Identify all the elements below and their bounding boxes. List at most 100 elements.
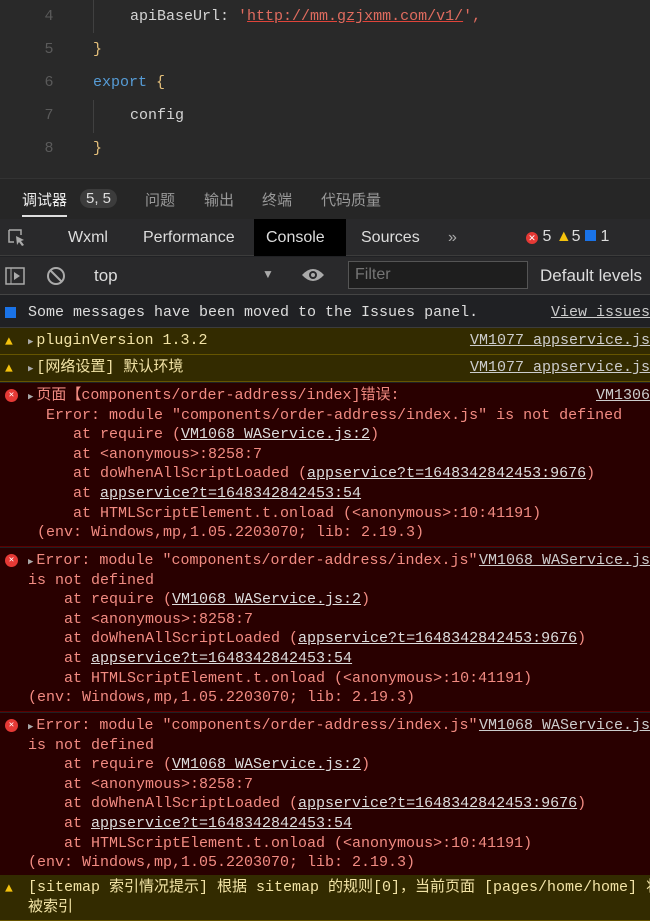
message-line: (env: Windows,mp,1.05.2203070; lib: 2.19… xyxy=(0,523,650,543)
source-link[interactable]: appservice?t=1648342842453:54 xyxy=(91,650,352,667)
code-token: apiBaseUrl: xyxy=(130,8,239,25)
message-text: at <anonymous>:8258:7 xyxy=(37,445,263,463)
code-text: } xyxy=(93,33,102,66)
code-token: http://mm.gzjxmm.com/v1/ xyxy=(247,8,464,25)
message-line: ✕ ▶ 页面【components/order-address/index]错误: V… xyxy=(0,386,650,406)
message-text: is not defined xyxy=(28,571,155,589)
message-line: ✕ ▶ Error: module "components/order-addres… xyxy=(0,716,650,736)
message-line: at appservice?t=1648342842453:54 xyxy=(0,484,650,504)
code-token: } xyxy=(93,41,103,58)
info-icon xyxy=(5,307,16,318)
tab-performance[interactable]: Performance xyxy=(131,219,247,256)
message-line: at <anonymous>:8258:7 xyxy=(0,445,650,465)
context-selector[interactable]: top xyxy=(94,266,118,286)
expand-triangle-icon[interactable]: ▶ xyxy=(28,364,33,374)
inspect-element-icon[interactable] xyxy=(7,228,27,248)
source-link[interactable]: View issues xyxy=(551,303,650,323)
tab-sources[interactable]: Sources xyxy=(349,219,432,256)
message-line: at doWhenAllScriptLoaded (appservice?t=1… xyxy=(0,629,650,649)
expand-triangle-icon[interactable]: ▶ xyxy=(28,722,33,732)
source-link[interactable]: appservice?t=1648342842453:9676 xyxy=(298,630,577,647)
expand-triangle-icon[interactable]: ▶ xyxy=(28,557,33,567)
message-text: (env: Windows,mp,1.05.2203070; lib: 2.19… xyxy=(28,689,416,707)
message-text: at <anonymous>:8258:7 xyxy=(28,775,254,793)
code-token: config xyxy=(130,107,185,124)
message-line: Error: module "components/order-address/… xyxy=(0,406,650,426)
code-editor[interactable]: 4 apiBaseUrl: 'http://mm.gzjxmm.com/v1/',… xyxy=(0,0,650,178)
tab-console[interactable]: Console xyxy=(254,219,346,256)
error-message[interactable]: ✕ ▶ Error: module "components/order-addres… xyxy=(0,548,650,712)
message-line: at HTMLScriptElement.t.onload (<anonymou… xyxy=(0,834,650,854)
message-text: at <anonymous>:8258:7 xyxy=(28,610,254,628)
message-text: at doWhenAllScriptLoaded (appservice?t=1… xyxy=(28,795,587,813)
message-text: at HTMLScriptElement.t.onload (<anonymou… xyxy=(37,504,542,522)
warning-icon: ▲ xyxy=(5,881,13,896)
message-text: Error: module "components/order-address/… xyxy=(37,406,623,424)
tab-problems[interactable]: 问题 xyxy=(145,189,175,210)
message-text: at HTMLScriptElement.t.onload (<anonymou… xyxy=(28,669,533,687)
log-levels-dropdown[interactable]: Default levels xyxy=(540,266,642,286)
eye-icon[interactable] xyxy=(301,267,325,283)
message-text: (env: Windows,mp,1.05.2203070; lib: 2.19… xyxy=(28,854,416,872)
source-link[interactable]: VM1077 appservice.js xyxy=(470,358,650,378)
warning-message[interactable]: ▲ ▶ [网络设置] 默认环境 VM1077 appservice.js xyxy=(0,355,650,382)
info-message[interactable]: Some messages have been moved to the Iss… xyxy=(0,299,650,328)
message-text: at require (VM1068 WAService.js:2) xyxy=(28,756,371,774)
expand-triangle-icon[interactable]: ▶ xyxy=(28,392,33,402)
message-line: ▲ ▶ pluginVersion 1.3.2 VM1077 appservice.j… xyxy=(0,331,650,351)
more-tabs-button[interactable]: » xyxy=(436,219,469,256)
clear-console-icon[interactable] xyxy=(46,266,66,286)
source-link[interactable]: VM1077 appservice.js xyxy=(470,331,650,351)
filter-input[interactable] xyxy=(348,261,528,289)
tab-code-quality[interactable]: 代码质量 xyxy=(321,189,381,210)
code-token: ', xyxy=(463,8,482,25)
error-message[interactable]: ✕ ▶ 页面【components/order-address/index]错误: V… xyxy=(0,383,650,547)
message-line: (env: Windows,mp,1.05.2203070; lib: 2.19… xyxy=(0,853,650,873)
source-link[interactable]: appservice?t=1648342842453:54 xyxy=(100,485,361,502)
source-link[interactable]: VM1068 WAService.js:2 xyxy=(172,591,361,608)
source-link[interactable]: VM1068 WAService.js xyxy=(479,716,650,736)
chevron-down-icon[interactable]: ▼ xyxy=(262,267,274,281)
console-toolbar: top ▼ Default levels xyxy=(0,257,650,295)
warning-message[interactable]: ▲ [sitemap 索引情况提示] 根据 sitemap 的规则[0]，当前页面… xyxy=(0,875,650,921)
code-text: } xyxy=(93,132,102,165)
code-line: 8} xyxy=(0,132,650,165)
sidebar-toggle-icon[interactable] xyxy=(5,266,25,286)
message-text: at appservice?t=1648342842453:54 xyxy=(28,814,353,832)
source-link[interactable]: VM1306 xyxy=(596,386,650,406)
message-text: [sitemap 索引情况提示] 根据 sitemap 的规则[0]，当前页面 … xyxy=(28,879,650,896)
error-icon: ✕ xyxy=(5,389,18,402)
source-link[interactable]: appservice?t=1648342842453:9676 xyxy=(298,795,577,812)
message-line: is not defined xyxy=(0,571,650,591)
source-link[interactable]: appservice?t=1648342842453:9676 xyxy=(307,465,586,482)
message-text: Error: module "components/order-address/… xyxy=(36,552,478,569)
message-text: [网络设置] 默认环境 xyxy=(36,359,184,376)
message-line: at doWhenAllScriptLoaded (appservice?t=1… xyxy=(0,464,650,484)
message-text: 页面【components/order-address/index]错误: xyxy=(36,387,400,404)
tab-debugger[interactable]: 调试器 xyxy=(22,189,68,217)
warning-icon: ▲ xyxy=(555,228,572,245)
source-link[interactable]: VM1068 WAService.js xyxy=(479,551,650,571)
tab-output[interactable]: 输出 xyxy=(204,189,234,210)
source-link[interactable]: VM1068 WAService.js:2 xyxy=(172,756,361,773)
message-text: at HTMLScriptElement.t.onload (<anonymou… xyxy=(28,834,533,852)
message-text: (env: Windows,mp,1.05.2203070; lib: 2.19… xyxy=(37,524,425,542)
tab-terminal[interactable]: 终端 xyxy=(262,189,292,210)
message-line: at require (VM1068 WAService.js:2) xyxy=(0,425,650,445)
expand-triangle-icon[interactable]: ▶ xyxy=(28,337,33,347)
source-link[interactable]: appservice?t=1648342842453:54 xyxy=(91,815,352,832)
warning-message[interactable]: ▲ ▶ pluginVersion 1.3.2 VM1077 appservice.j… xyxy=(0,328,650,355)
code-token: export xyxy=(93,74,157,91)
code-line: 5} xyxy=(0,33,650,66)
message-line: at doWhenAllScriptLoaded (appservice?t=1… xyxy=(0,794,650,814)
code-token: ' xyxy=(238,8,248,25)
tab-wxml[interactable]: Wxml xyxy=(56,219,120,256)
code-line: 6 export { xyxy=(0,66,650,99)
source-link[interactable]: VM1068 WAService.js:2 xyxy=(181,426,370,443)
debugger-count-badge: 5, 5 xyxy=(80,189,118,208)
issue-counts[interactable]: ✕ 5 ▲5 1 xyxy=(526,228,609,246)
message-line: Some messages have been moved to the Iss… xyxy=(0,303,650,323)
error-message[interactable]: ✕ ▶ Error: module "components/order-addres… xyxy=(0,713,650,877)
code-text: config xyxy=(130,99,184,132)
code-line: 7 config xyxy=(0,99,650,132)
